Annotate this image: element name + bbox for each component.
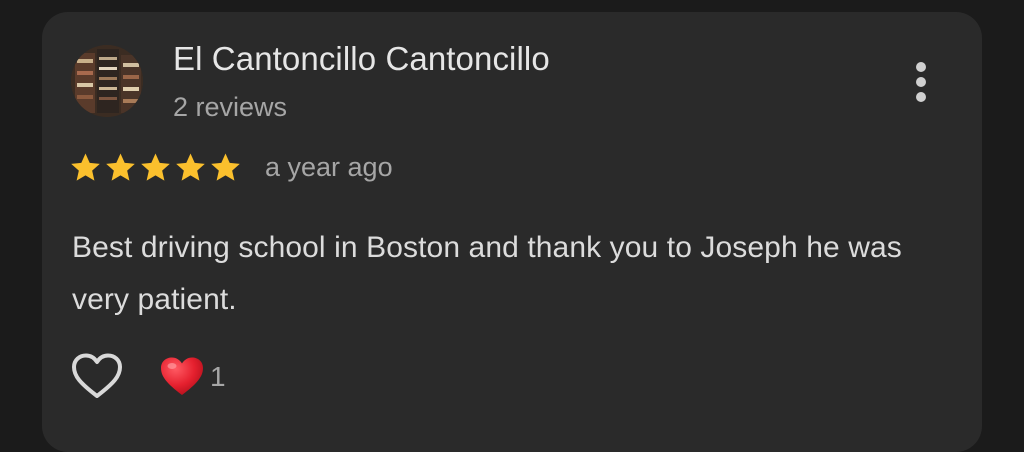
- reaction-summary[interactable]: 1: [160, 356, 226, 398]
- red-heart-emoji: [161, 357, 203, 395]
- author-name[interactable]: El Cantoncillo Cantoncillo: [173, 40, 550, 78]
- heart-outline-icon: [72, 353, 122, 398]
- reaction-count: 1: [210, 361, 226, 392]
- more-vertical-icon: [916, 62, 926, 102]
- author-review-count[interactable]: 2 reviews: [173, 92, 287, 123]
- star-icon: [71, 152, 100, 181]
- star-rating: [69, 149, 244, 185]
- review-card: El Cantoncillo Cantoncillo 2 reviews a y…: [42, 12, 982, 452]
- review-time: a year ago: [265, 152, 393, 182]
- more-options-button[interactable]: [904, 57, 938, 107]
- author-avatar[interactable]: [71, 45, 143, 117]
- avatar-image: [71, 45, 143, 117]
- review-text: Best driving school in Boston and thank …: [72, 231, 902, 316]
- star-icon: [211, 152, 240, 181]
- star-icon: [141, 152, 170, 181]
- like-button[interactable]: [70, 352, 124, 402]
- star-icon: [176, 152, 205, 181]
- star-icon: [106, 152, 135, 181]
